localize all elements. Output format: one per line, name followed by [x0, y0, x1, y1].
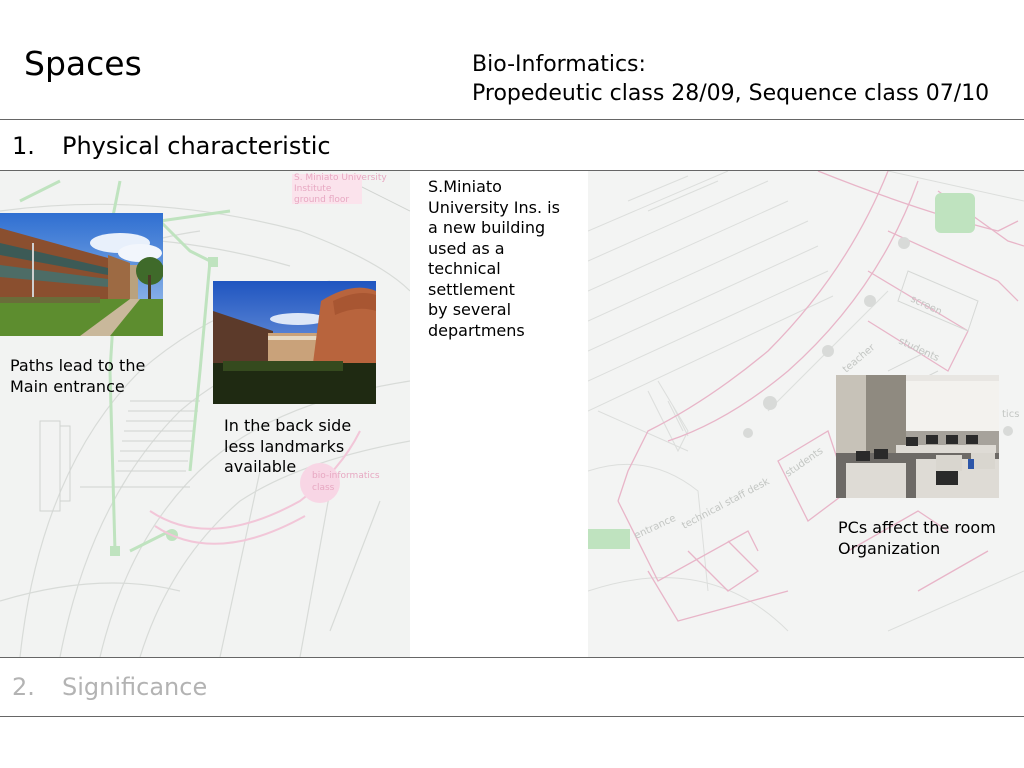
course-info: Bio-Informatics: Propedeutic class 28/09… — [472, 50, 989, 108]
divider — [0, 119, 1024, 120]
caption-line: In the back side — [224, 416, 352, 435]
plan-label: ground floor — [294, 195, 349, 205]
caption-line: available — [224, 457, 297, 476]
back-side-photo — [213, 281, 376, 404]
description-line: technical — [428, 259, 501, 278]
section-1-heading: 1. Physical characteristic — [0, 132, 1024, 162]
description-line: University Ins. is — [428, 197, 560, 217]
section-number: 1. — [12, 132, 35, 160]
caption-line: Organization — [838, 538, 941, 558]
plan-label: S. Miniato University — [294, 173, 387, 183]
course-line-2: Propedeutic class 28/09, Sequence class … — [472, 81, 990, 106]
caption-line: less landmarks — [224, 436, 345, 456]
section-number: 2. — [12, 673, 35, 701]
description-line: departmens — [428, 320, 525, 340]
caption-pcs: PCs affect the room Organization — [838, 518, 996, 559]
building-description: S.Miniato University Ins. is a new build… — [428, 177, 560, 341]
caption-line: Main entrance — [10, 376, 125, 396]
description-line: used as a — [428, 238, 505, 258]
section-label: Physical characteristic — [62, 132, 331, 160]
description-line: settlement — [428, 279, 515, 299]
caption-back-side: In the back side less landmarks availabl… — [224, 416, 351, 478]
section-2-heading: 2. Significance — [0, 673, 1024, 703]
plan-label: tics — [1002, 409, 1019, 420]
computer-room-photo — [836, 375, 999, 498]
plan-label: Institute — [294, 184, 332, 194]
description-line: a new building — [428, 218, 546, 237]
plan-label: class — [312, 483, 335, 493]
divider — [0, 716, 1024, 717]
description-line: S.Miniato — [428, 177, 502, 196]
caption-line: PCs affect the room — [838, 518, 996, 537]
building-entrance-photo — [0, 213, 163, 336]
section-label: Significance — [62, 673, 208, 701]
caption-main-entrance: Paths lead to the Main entrance — [10, 356, 145, 397]
page-title: Spaces — [24, 44, 142, 83]
course-line-1: Bio-Informatics: — [472, 52, 646, 77]
caption-line: Paths lead to the — [10, 356, 146, 375]
description-line: by several — [428, 300, 512, 319]
divider — [0, 657, 1024, 658]
